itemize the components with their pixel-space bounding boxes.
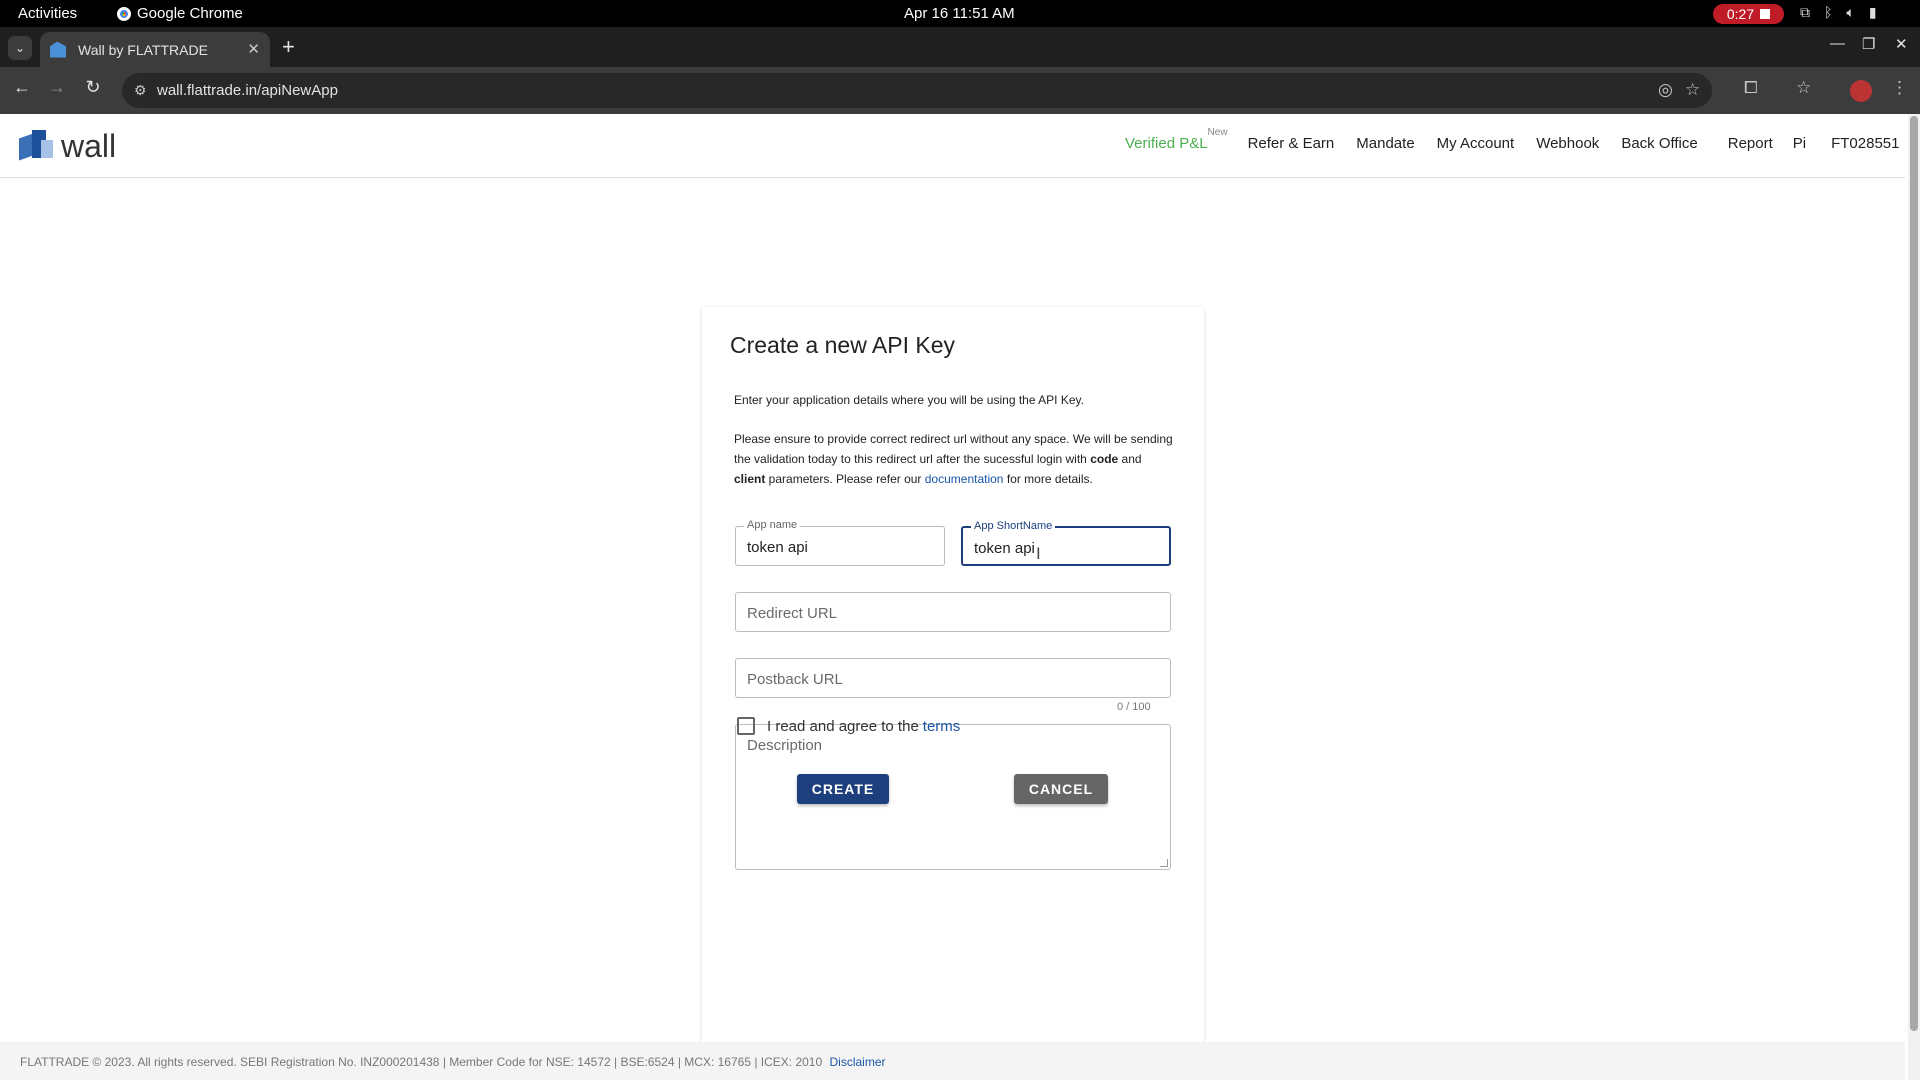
text-cursor-icon: I — [1036, 544, 1041, 563]
new-tab-button[interactable]: + — [282, 34, 295, 60]
wall-logo[interactable]: wall — [17, 126, 116, 162]
form-title: Create a new API Key — [730, 332, 956, 358]
reload-icon[interactable]: ↻ — [80, 77, 106, 98]
cancel-button[interactable]: CANCEL — [1014, 774, 1108, 804]
postback-url-placeholder: Postback URL — [747, 671, 843, 688]
app-name-field[interactable]: App name token api — [735, 519, 945, 566]
app-name-label: App name — [744, 519, 801, 531]
new-badge: New — [1207, 127, 1228, 138]
url-text[interactable]: wall.flattrade.in/apiNewApp — [157, 82, 338, 99]
nav-my-account[interactable]: My Account — [1437, 135, 1515, 152]
network-icon: ⧉ — [1800, 4, 1810, 20]
close-window-icon[interactable]: ✕ — [1895, 35, 1908, 53]
terms-row: I read and agree to the terms — [737, 717, 960, 735]
favicon-icon — [50, 41, 66, 58]
page-footer: FLATTRADE © 2023. All rights reserved. S… — [0, 1042, 1905, 1080]
disclaimer-link[interactable]: Disclaimer — [830, 1055, 886, 1069]
stop-recording-icon — [1760, 9, 1771, 19]
page-scrollbar[interactable] — [1908, 114, 1920, 1080]
system-tray[interactable]: ⧉ ᛒ 🔈︎ ▮ — [1800, 4, 1877, 21]
extensions-icon[interactable]: ⧠ — [1744, 78, 1758, 98]
maximize-icon[interactable]: ❐ — [1862, 35, 1875, 53]
postback-url-input[interactable]: Postback URL — [735, 658, 1171, 698]
footer-text: FLATTRADE © 2023. All rights reserved. S… — [20, 1055, 823, 1069]
logo-text: wall — [61, 128, 117, 164]
form-note: Please ensure to provide correct redirec… — [734, 432, 1173, 486]
bookmark-star-icon[interactable]: ☆ — [1685, 80, 1700, 100]
clock[interactable]: Apr 16 11:51 AM — [904, 5, 1015, 22]
bluetooth-icon: ᛒ — [1824, 4, 1833, 20]
top-navigation: Verified P&L New Refer & Earn Mandate My … — [1125, 127, 1900, 152]
system-top-bar: Activities Google Chrome Apr 16 11:51 AM… — [0, 0, 1920, 27]
redirect-url-input[interactable]: Redirect URL — [735, 592, 1171, 632]
nav-pi[interactable]: Pi — [1793, 135, 1806, 152]
app-shortname-value[interactable]: token api — [974, 540, 1035, 557]
redirect-url-placeholder: Redirect URL — [747, 605, 838, 622]
nav-webhook[interactable]: Webhook — [1536, 135, 1599, 152]
app-menu-label: Google Chrome — [137, 5, 243, 22]
nav-report[interactable]: Report — [1728, 135, 1773, 152]
scrollbar-thumb[interactable] — [1910, 116, 1918, 1031]
app-header: wall Verified P&L New Refer & Earn Mandat… — [0, 114, 1905, 178]
nav-back-office[interactable]: Back Office — [1621, 135, 1697, 152]
nav-refer-earn[interactable]: Refer & Earn — [1248, 135, 1335, 152]
minimize-icon[interactable]: — — [1830, 35, 1845, 52]
app-menu[interactable]: Google Chrome — [117, 5, 243, 22]
chrome-menu-icon[interactable]: ⋮ — [1891, 78, 1908, 98]
forward-icon[interactable]: → — [44, 77, 70, 98]
site-info-icon[interactable]: ⚙ — [134, 82, 147, 99]
app-name-value[interactable]: token api — [747, 539, 808, 556]
nav-user-id[interactable]: FT028551 — [1831, 135, 1899, 152]
browser-toolbar: ← → ↻ ⚙ wall.flattrade.in/apiNewApp ◎ ☆ … — [0, 67, 1920, 114]
volume-icon: 🔈︎ — [1846, 4, 1855, 20]
tab-strip: ⌄ Wall by FLATTRADE ✕ + — ❐ ✕ — [0, 27, 1920, 67]
app-shortname-field[interactable]: App ShortName token api — [961, 520, 1171, 566]
chrome-icon — [117, 6, 131, 21]
recording-time: 0:27 — [1726, 6, 1755, 22]
tab-search-button[interactable]: ⌄ — [8, 36, 32, 60]
terms-checkbox[interactable] — [737, 717, 755, 735]
app-shortname-label: App ShortName — [971, 520, 1056, 532]
screen-recording-indicator[interactable]: 0:27 — [1713, 4, 1784, 24]
resize-handle-icon[interactable] — [1160, 859, 1168, 867]
profile-avatar[interactable] — [1850, 80, 1872, 102]
char-counter: 0 / 100 — [1117, 701, 1151, 713]
activities-button[interactable]: Activities — [18, 5, 77, 22]
close-tab-icon[interactable]: ✕ — [247, 40, 260, 58]
bookmarks-icon[interactable]: ☆ — [1796, 78, 1811, 98]
flattrade-logo-icon — [17, 126, 53, 162]
form-intro: Enter your application details where you… — [734, 393, 1084, 407]
documentation-link[interactable]: documentation — [925, 472, 1004, 486]
active-tab[interactable]: Wall by FLATTRADE ✕ — [40, 32, 270, 67]
create-button[interactable]: CREATE — [797, 774, 889, 804]
nav-mandate[interactable]: Mandate — [1356, 135, 1414, 152]
terms-text: I read and agree to the — [767, 717, 919, 735]
eye-off-icon[interactable]: ◎ — [1658, 80, 1673, 100]
address-bar[interactable]: ⚙ wall.flattrade.in/apiNewApp ◎ ☆ — [122, 73, 1712, 108]
battery-icon: ▮ — [1868, 4, 1877, 20]
tab-title: Wall by FLATTRADE — [78, 41, 208, 58]
nav-verified-pnl[interactable]: Verified P&L New — [1125, 127, 1228, 152]
terms-link[interactable]: terms — [923, 718, 961, 735]
page-content: wall Verified P&L New Refer & Earn Mandat… — [0, 114, 1920, 1080]
back-icon[interactable]: ← — [9, 77, 35, 98]
description-placeholder: Description — [747, 737, 823, 754]
